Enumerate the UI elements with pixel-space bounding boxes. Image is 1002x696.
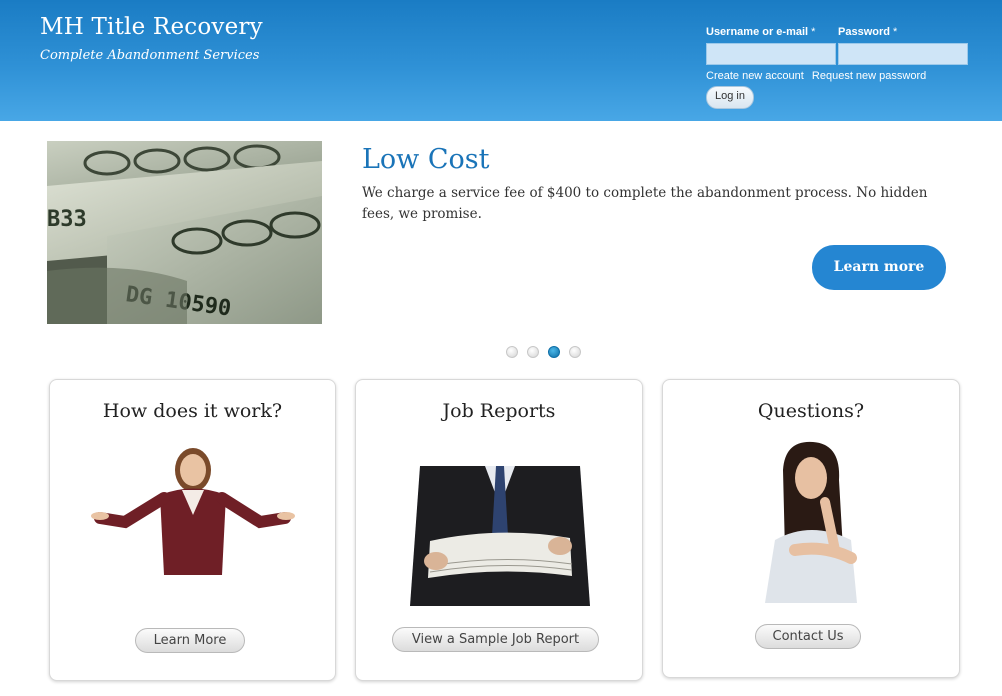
slider-dot-1[interactable] [506,346,518,358]
card-how-it-works: How does it work? Learn More [49,379,336,681]
shrugging-woman-image [90,430,295,575]
slider-dot-3[interactable] [548,346,560,358]
card-learn-more-button[interactable]: Learn More [135,628,245,653]
thinking-woman-image [755,440,863,603]
username-input[interactable] [706,43,836,65]
job-report-image [400,466,600,606]
site-name[interactable]: MH Title Recovery [40,14,263,40]
money-image: B33 DG 10590 [47,141,322,324]
slider-dot-4[interactable] [569,346,581,358]
contact-us-button[interactable]: Contact Us [755,624,861,649]
slide-title: Low Cost [362,144,490,175]
login-links: Create new account Request new password [706,70,931,82]
create-account-link[interactable]: Create new account [706,70,804,82]
card-title: How does it work? [102,400,283,422]
view-sample-report-button[interactable]: View a Sample Job Report [392,627,599,652]
card-title: Questions? [757,400,865,422]
slide-body: We charge a service fee of $400 to compl… [362,185,928,222]
request-password-link[interactable]: Request new password [812,70,926,82]
svg-text:B33: B33 [47,207,87,232]
login-button[interactable]: Log in [706,86,754,109]
card-title: Job Reports [442,400,556,422]
site-header: MH Title Recovery Complete Abandonment S… [0,0,1002,121]
card-job-reports: Job Reports View a Sample Job Report [355,379,643,681]
slider-dot-2[interactable] [527,346,539,358]
username-label: Username or e-mail * [706,26,816,38]
password-input[interactable] [838,43,968,65]
site-slogan: Complete Abandonment Services [40,48,260,63]
card-questions: Questions? Contact Us [662,379,960,678]
learn-more-button[interactable]: Learn more [812,245,946,290]
password-label: Password * [838,26,898,38]
